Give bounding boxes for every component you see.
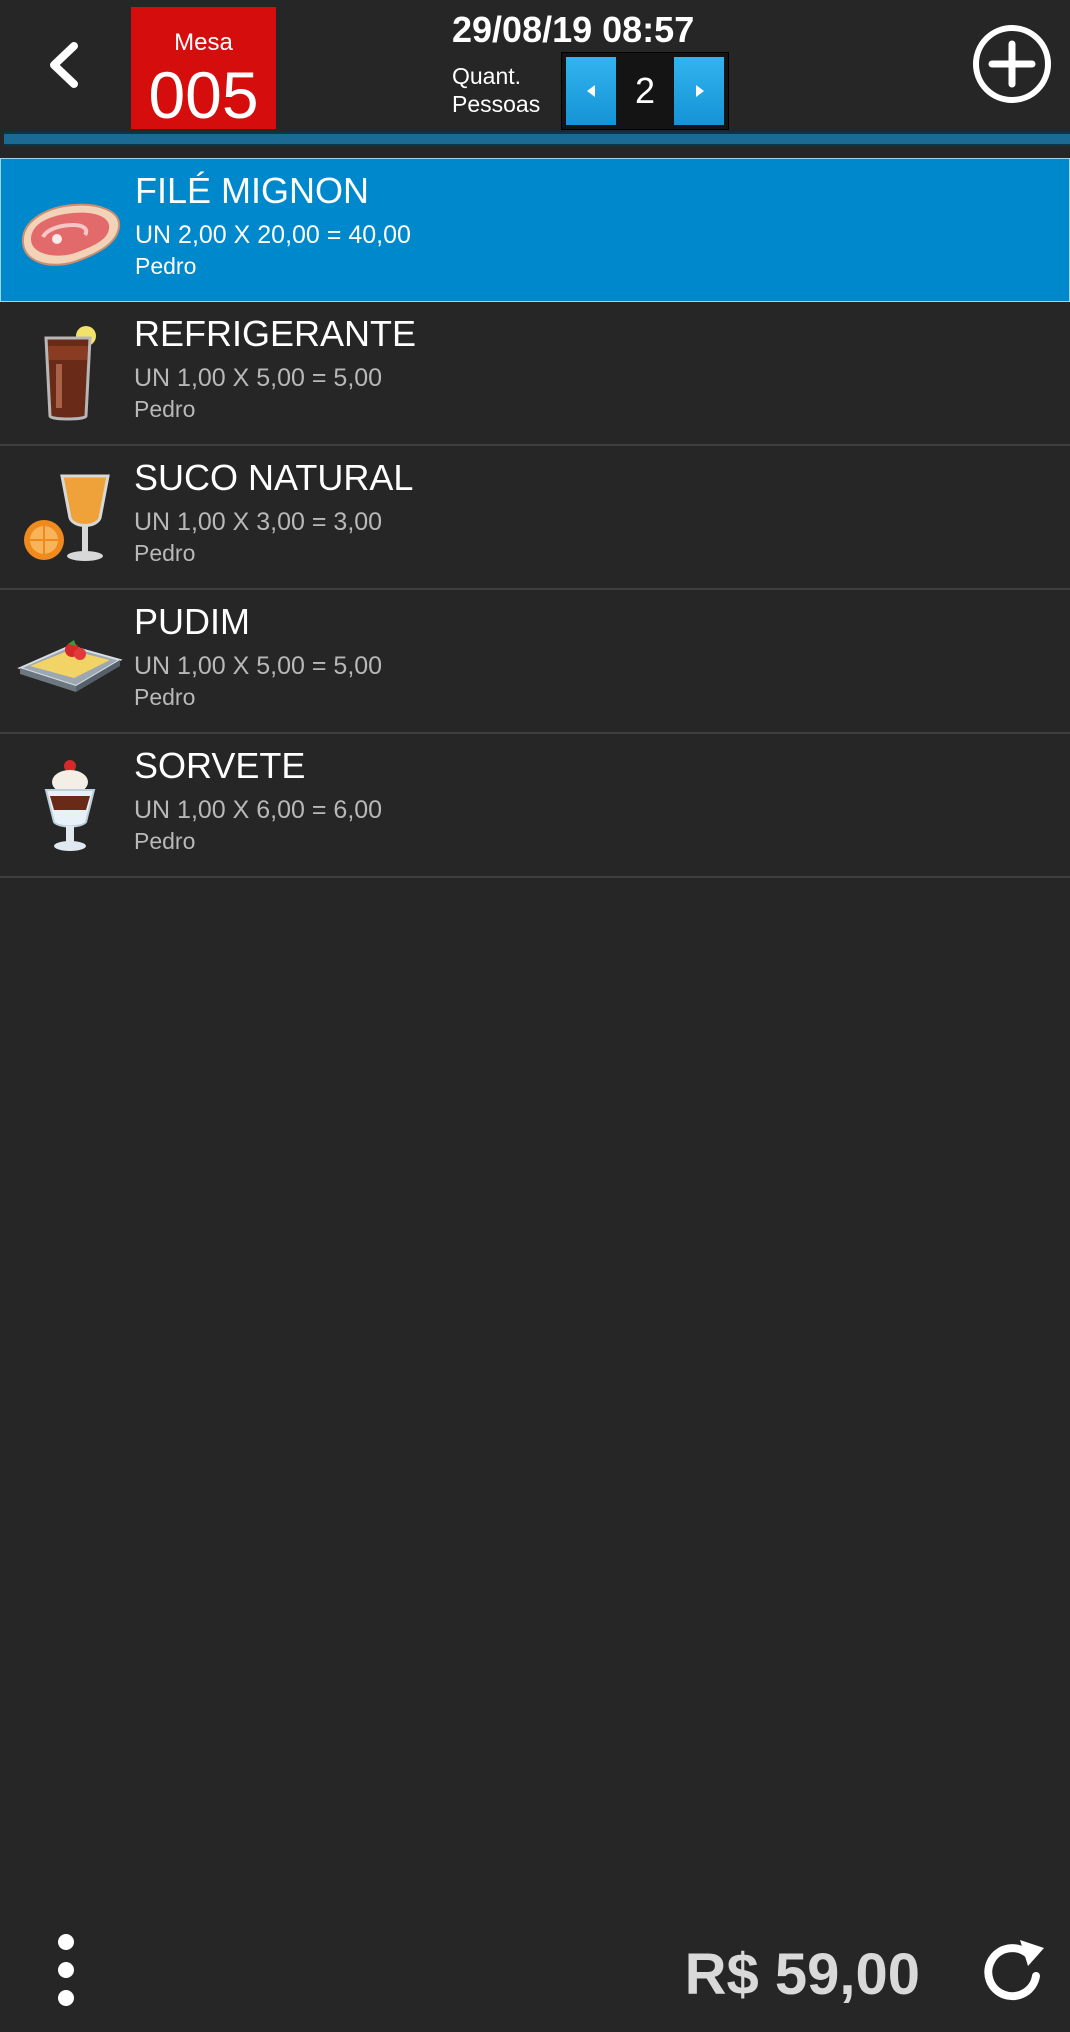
order-item[interactable]: PUDIM UN 1,00 X 5,00 = 5,00 Pedro xyxy=(0,590,1070,734)
item-detail: UN 1,00 X 6,00 = 6,00 xyxy=(134,796,383,824)
item-person: Pedro xyxy=(134,828,196,854)
item-detail: UN 1,00 X 5,00 = 5,00 xyxy=(134,652,383,680)
dot-icon xyxy=(58,1990,74,2006)
back-button[interactable] xyxy=(38,30,94,100)
refresh-button[interactable] xyxy=(978,1936,1050,2008)
pudding-icon xyxy=(17,640,123,692)
sundae-icon xyxy=(44,760,96,851)
item-name: FILÉ MIGNON xyxy=(135,170,370,211)
steak-icon xyxy=(21,203,121,266)
item-detail: UN 1,00 X 3,00 = 3,00 xyxy=(134,508,383,536)
item-name: SORVETE xyxy=(134,745,306,786)
arrow-right-icon xyxy=(696,85,704,97)
more-options-button[interactable] xyxy=(44,1934,88,2006)
people-count-value: 2 xyxy=(634,70,656,111)
arrow-left-icon xyxy=(587,85,595,97)
item-person: Pedro xyxy=(134,540,196,566)
order-item[interactable]: SORVETE UN 1,00 X 6,00 = 6,00 Pedro xyxy=(0,734,1070,878)
order-total: R$ 59,00 xyxy=(684,1942,920,2007)
add-item-button[interactable] xyxy=(972,24,1052,104)
order-items-list: FILÉ MIGNON UN 2,00 X 20,00 = 40,00 Pedr… xyxy=(0,158,1070,878)
item-detail: UN 2,00 X 20,00 = 40,00 xyxy=(135,221,411,249)
item-detail: UN 1,00 X 5,00 = 5,00 xyxy=(134,364,383,392)
people-label-line-2: Pessoas xyxy=(452,91,541,117)
table-label: Mesa xyxy=(174,29,233,56)
decrease-people-button[interactable] xyxy=(566,57,616,125)
soda-glass-icon xyxy=(44,326,96,421)
top-bar: Mesa 005 29/08/19 08:57 Quant. Pessoas 2 xyxy=(0,0,1070,132)
refresh-icon xyxy=(984,1940,1044,2001)
dot-icon xyxy=(58,1962,74,1978)
people-count-stepper: 2 xyxy=(561,52,729,130)
item-person: Pedro xyxy=(134,684,196,710)
increase-people-button[interactable] xyxy=(674,57,724,125)
order-item[interactable]: FILÉ MIGNON UN 2,00 X 20,00 = 40,00 Pedr… xyxy=(0,158,1070,302)
order-item[interactable]: REFRIGERANTE UN 1,00 X 5,00 = 5,00 Pedro xyxy=(0,302,1070,446)
item-person: Pedro xyxy=(135,253,197,279)
people-count-label: Quant. Pessoas xyxy=(452,62,562,118)
people-label-line-1: Quant. xyxy=(452,63,522,89)
bottom-bar: R$ 59,00 xyxy=(0,1900,1070,2032)
chevron-left-icon xyxy=(50,42,78,88)
item-name: REFRIGERANTE xyxy=(134,313,417,354)
header-divider-bar xyxy=(4,132,1070,146)
plus-circle-icon xyxy=(973,25,1051,103)
order-item[interactable]: SUCO NATURAL UN 1,00 X 3,00 = 3,00 Pedro xyxy=(0,446,1070,590)
item-name: PUDIM xyxy=(134,601,250,642)
table-number: 005 xyxy=(148,58,259,132)
item-person: Pedro xyxy=(134,396,196,422)
table-badge: Mesa 005 xyxy=(131,7,276,132)
juice-glass-icon xyxy=(24,474,110,561)
order-datetime: 29/08/19 08:57 xyxy=(452,9,695,50)
item-name: SUCO NATURAL xyxy=(134,457,414,498)
dot-icon xyxy=(58,1934,74,1950)
